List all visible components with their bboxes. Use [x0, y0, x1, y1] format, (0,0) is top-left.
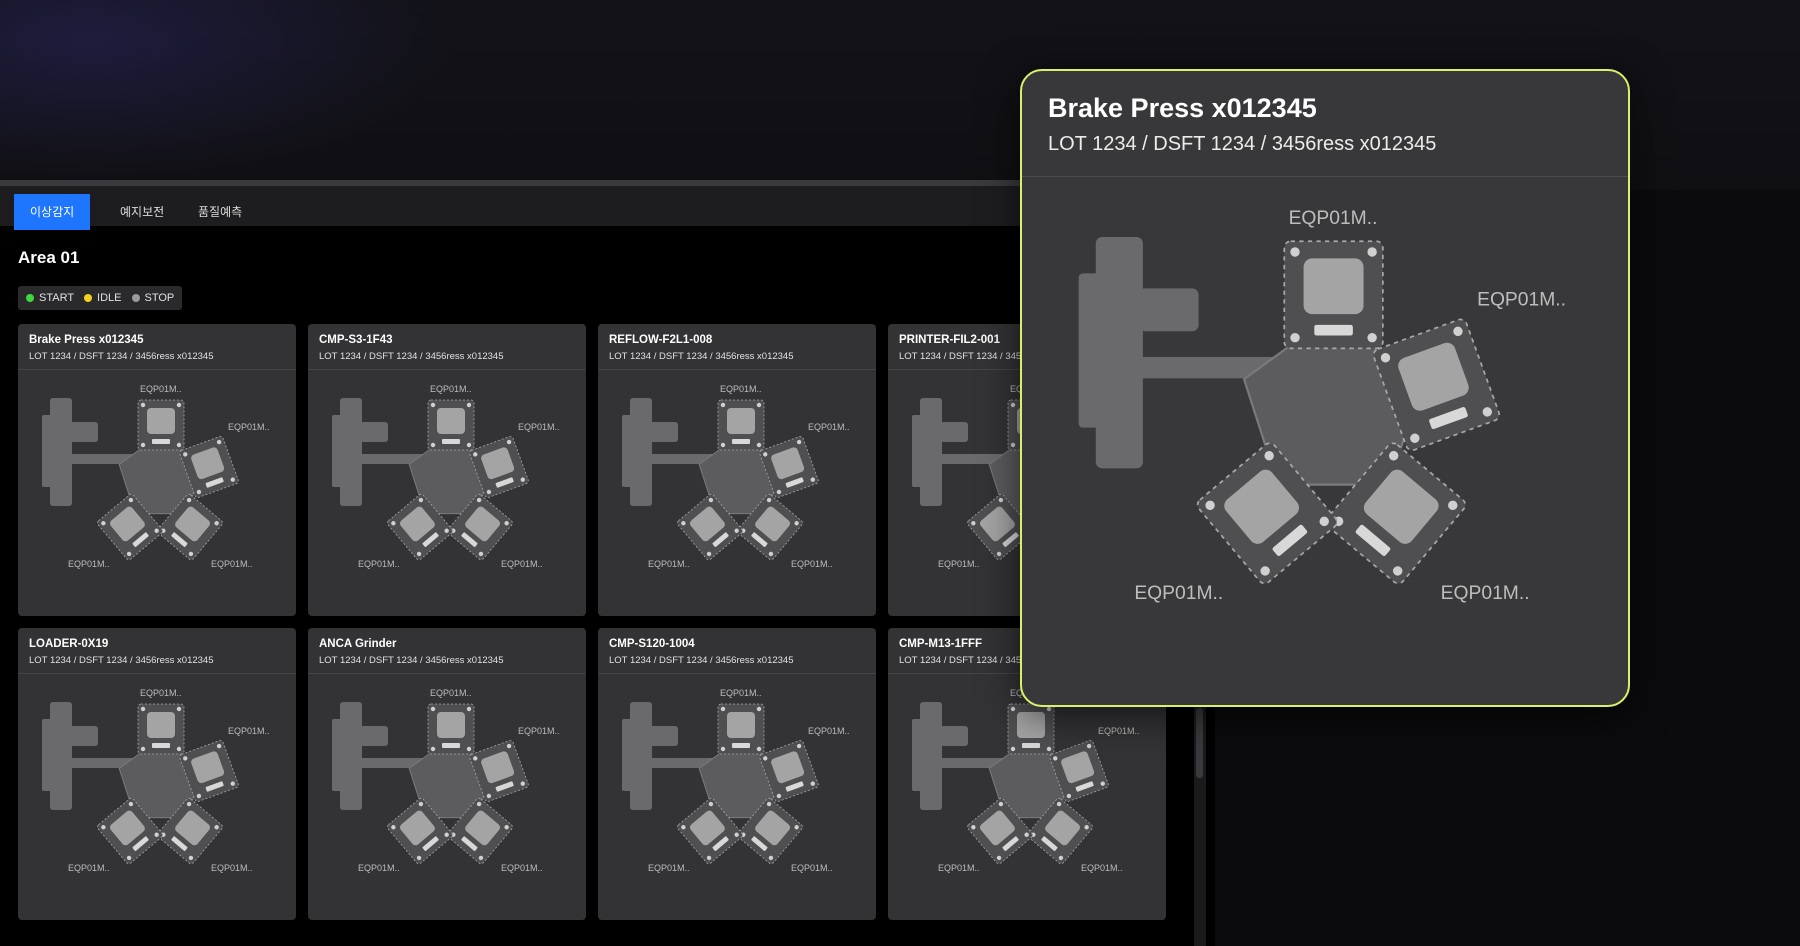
- eqp-label-bottom-left: EQP01M..: [358, 559, 400, 569]
- card-title: CMP-S3-1F43: [319, 334, 393, 346]
- scrollbar-thumb[interactable]: [1196, 708, 1203, 778]
- eqp-label-bottom-right: EQP01M..: [1081, 863, 1123, 873]
- card-title: CMP-S120-1004: [609, 638, 695, 650]
- card-header: CMP-S3-1F43 LOT 1234 / DSFT 1234 / 3456re…: [308, 324, 586, 370]
- equipment-layout-diagram: EQP01M.. EQP01M.. EQP01M.. EQP01M..: [42, 688, 270, 873]
- eqp-label-bottom-right: EQP01M..: [791, 559, 833, 569]
- eqp-label-bottom-left: EQP01M..: [68, 559, 110, 569]
- equipment-card[interactable]: Brake Press x012345 LOT 1234 / DSFT 1234 …: [18, 324, 296, 616]
- eqp-label-right: EQP01M..: [808, 422, 850, 432]
- eqp-label-top: EQP01M..: [1289, 208, 1378, 229]
- legend-start: START: [26, 292, 74, 304]
- equipment-layout-diagram: EQP01M.. EQP01M.. EQP01M.. EQP01M..: [332, 688, 560, 873]
- eqp-label-right: EQP01M..: [228, 422, 270, 432]
- popup-title: Brake Press x012345: [1048, 93, 1317, 123]
- eqp-label-top: EQP01M..: [430, 688, 472, 698]
- eqp-label-bottom-right: EQP01M..: [211, 559, 253, 569]
- card-header: CMP-S120-1004 LOT 1234 / DSFT 1234 / 3456…: [598, 628, 876, 674]
- eqp-label-right: EQP01M..: [1477, 290, 1566, 311]
- equipment-detail-popup[interactable]: Brake Press x012345 LOT 1234 / DSFT 1234…: [1020, 69, 1630, 707]
- card-title: REFLOW-F2L1-008: [609, 334, 713, 346]
- module-top[interactable]: [137, 399, 185, 451]
- module-top[interactable]: [137, 703, 185, 755]
- equipment-card[interactable]: LOADER-0X19 LOT 1234 / DSFT 1234 / 3456re…: [18, 628, 296, 920]
- card-subtitle: LOT 1234 / DSFT 1234 / 3456ress x012345: [609, 351, 794, 362]
- popup-subtitle: LOT 1234 / DSFT 1234 / 3456ress x012345: [1048, 133, 1437, 155]
- equipment-card[interactable]: REFLOW-F2L1-008 LOT 1234 / DSFT 1234 / 34…: [598, 324, 876, 616]
- card-title: Brake Press x012345: [29, 334, 144, 346]
- eqp-label-bottom-right: EQP01M..: [791, 863, 833, 873]
- eqp-label-top: EQP01M..: [140, 688, 182, 698]
- module-top[interactable]: [717, 399, 765, 451]
- tab-anomaly-detection[interactable]: 이상감지: [14, 194, 91, 230]
- equipment-card[interactable]: CMP-S3-1F43 LOT 1234 / DSFT 1234 / 3456re…: [308, 324, 586, 616]
- eqp-label-top: EQP01M..: [720, 384, 762, 394]
- card-subtitle: LOT 1234 / DSFT 1234 / 3456ress x012345: [319, 351, 504, 362]
- eqp-label-bottom-right: EQP01M..: [501, 559, 543, 569]
- eqp-label-bottom-left: EQP01M..: [68, 863, 110, 873]
- card-header: LOADER-0X19 LOT 1234 / DSFT 1234 / 3456re…: [18, 628, 296, 674]
- eqp-label-bottom-left: EQP01M..: [648, 863, 690, 873]
- module-top[interactable]: [1283, 240, 1384, 350]
- equipment-layout-diagram: EQP01M.. EQP01M.. EQP01M.. EQP01M..: [42, 384, 270, 569]
- card-subtitle: LOT 1234 / DSFT 1234 / 3456ress x012345: [609, 655, 794, 666]
- eqp-label-bottom-left: EQP01M..: [1134, 583, 1223, 604]
- module-top[interactable]: [717, 703, 765, 755]
- legend-idle-label: IDLE: [97, 292, 122, 304]
- eqp-label-bottom-left: EQP01M..: [938, 559, 980, 569]
- tab-predictive-maintenance[interactable]: 예지보전: [104, 194, 180, 230]
- card-subtitle: LOT 1234 / DSFT 1234 / 3456ress x012345: [29, 351, 214, 362]
- card-title: LOADER-0X19: [29, 638, 109, 650]
- eqp-label-right: EQP01M..: [1098, 726, 1140, 736]
- eqp-label-right: EQP01M..: [518, 726, 560, 736]
- card-subtitle: LOT 1234 / DSFT 1234 / 3456ress x012345: [29, 655, 214, 666]
- idle-dot-icon: [84, 294, 93, 302]
- stop-dot-icon: [131, 294, 140, 302]
- eqp-label-right: EQP01M..: [518, 422, 560, 432]
- tab-quality-prediction[interactable]: 품질예측: [182, 194, 258, 230]
- equipment-layout-diagram: EQP01M.. EQP01M.. EQP01M.. EQP01M..: [622, 384, 850, 569]
- eqp-label-bottom-right: EQP01M..: [501, 863, 543, 873]
- area-title: Area 01: [18, 248, 80, 267]
- card-title: ANCA Grinder: [319, 638, 397, 650]
- module-top[interactable]: [1007, 703, 1055, 755]
- card-header: REFLOW-F2L1-008 LOT 1234 / DSFT 1234 / 34…: [598, 324, 876, 370]
- equipment-layout-diagram: EQP01M..EQP01M..EQP01M..EQP01M..: [912, 688, 1140, 873]
- start-dot-icon: [26, 294, 34, 302]
- module-top[interactable]: [427, 703, 475, 755]
- eqp-label-bottom-left: EQP01M..: [648, 559, 690, 569]
- module-top[interactable]: [427, 399, 475, 451]
- equipment-layout-diagram: EQP01M.. EQP01M.. EQP01M.. EQP01M..: [332, 384, 560, 569]
- legend-start-label: START: [39, 292, 75, 304]
- legend-stop-label: STOP: [144, 292, 175, 304]
- equipment-layout-diagram: EQP01M.. EQP01M.. EQP01M.. EQP01M..: [1078, 208, 1566, 604]
- popup-header: Brake Press x012345 LOT 1234 / DSFT 1234…: [1022, 71, 1628, 177]
- eqp-label-top: EQP01M..: [430, 384, 472, 394]
- status-legend: START IDLE STOP: [18, 286, 183, 310]
- card-subtitle: LOT 1234 / DSFT 1234 / 3456ress x012345: [319, 655, 504, 666]
- equipment-layout-diagram: EQP01M.. EQP01M.. EQP01M.. EQP01M..: [622, 688, 850, 873]
- eqp-label-bottom-right: EQP01M..: [211, 863, 253, 873]
- eqp-label-bottom-left: EQP01M..: [938, 863, 980, 873]
- eqp-label-bottom-left: EQP01M..: [358, 863, 400, 873]
- eqp-label-right: EQP01M..: [228, 726, 270, 736]
- card-header: ANCA Grinder LOT 1234 / DSFT 1234 / 3456r…: [308, 628, 586, 674]
- legend-stop: STOP: [131, 292, 175, 304]
- equipment-card[interactable]: CMP-S120-1004 LOT 1234 / DSFT 1234 / 3456…: [598, 628, 876, 920]
- equipment-card[interactable]: ANCA Grinder LOT 1234 / DSFT 1234 / 3456r…: [308, 628, 586, 920]
- eqp-label-bottom-right: EQP01M..: [1441, 583, 1530, 604]
- eqp-label-right: EQP01M..: [808, 726, 850, 736]
- eqp-label-top: EQP01M..: [140, 384, 182, 394]
- eqp-label-top: EQP01M..: [720, 688, 762, 698]
- legend-idle: IDLE: [84, 292, 122, 304]
- card-header: Brake Press x012345 LOT 1234 / DSFT 1234 …: [18, 324, 296, 370]
